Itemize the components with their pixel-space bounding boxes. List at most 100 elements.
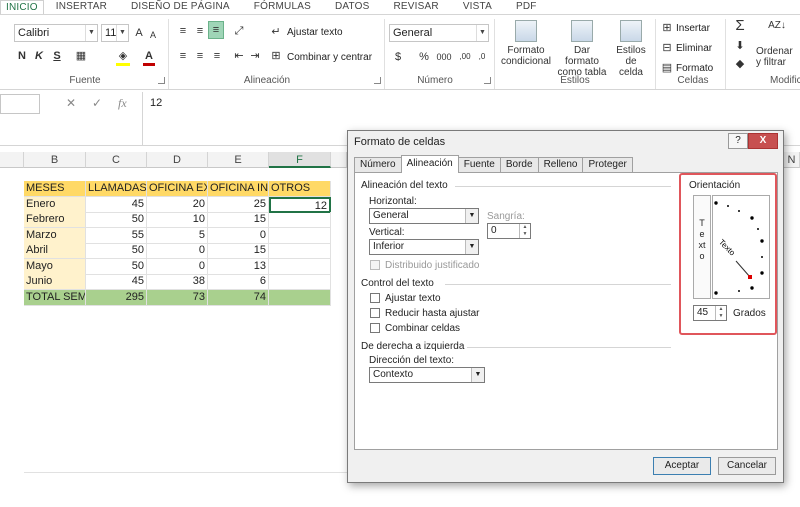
tab-revisar[interactable]: REVISAR [382, 0, 451, 14]
grid-cell[interactable]: 0 [208, 227, 269, 244]
grid-cell[interactable]: 5 [147, 227, 208, 244]
borders-icon[interactable]: ▦ [74, 48, 88, 64]
tab-numero[interactable]: Número [354, 157, 402, 173]
grid-cell[interactable]: 10 [147, 212, 208, 228]
grow-font-icon[interactable]: A [132, 25, 146, 41]
delete-button[interactable]: Eliminar [676, 43, 712, 54]
grid-cell[interactable]: MESES [24, 181, 86, 197]
cancel-button[interactable]: Cancelar [718, 457, 776, 475]
grid-cell[interactable]: 50 [86, 243, 147, 259]
spin-down-icon[interactable]: ▼ [519, 231, 530, 238]
column-header-c[interactable]: C [86, 152, 147, 168]
align-right-icon[interactable]: ≡ [210, 48, 224, 64]
vertical-text-button[interactable]: Texto [693, 195, 711, 299]
grid-cell[interactable] [269, 274, 331, 290]
tab-fuente[interactable]: Fuente [457, 157, 501, 173]
column-header-d[interactable]: D [147, 152, 208, 168]
direction-select[interactable]: Contexto ▼ [369, 367, 485, 383]
corner-cell[interactable] [0, 152, 24, 168]
grid-cell[interactable]: Junio [24, 274, 86, 290]
indent-spinner[interactable]: 0 ▲ ▼ [487, 223, 531, 239]
number-format-select[interactable]: General ▼ [389, 24, 489, 42]
grid-cell[interactable]: 295 [86, 289, 147, 306]
increase-decimals-button[interactable]: ,00 [456, 49, 474, 65]
table-format-button[interactable]: Dar formato como tabla [556, 20, 608, 78]
grid-cell[interactable]: OFICINA EXT [147, 181, 208, 197]
grid-cell[interactable]: 0 [147, 243, 208, 259]
insert-button[interactable]: Insertar [676, 23, 710, 34]
grid-cell[interactable]: Mayo [24, 258, 86, 275]
cancel-icon[interactable]: ✕ [66, 96, 76, 110]
number-launcher-icon[interactable] [484, 77, 491, 84]
tab-inicio[interactable]: INICIO [0, 0, 44, 14]
format-button[interactable]: Formato [676, 63, 713, 74]
tab-diseno[interactable]: DISEÑO DE PÁGINA [119, 0, 242, 14]
shrink-font-icon[interactable]: A [147, 27, 159, 43]
grid-cell[interactable]: 55 [86, 227, 147, 244]
insert-cells-icon[interactable]: ⊞ [660, 20, 674, 36]
spin-up-icon[interactable]: ▲ [519, 224, 530, 231]
grid-cell[interactable]: 38 [147, 274, 208, 290]
grid-cell[interactable] [269, 227, 331, 244]
increase-indent-icon[interactable]: ⇥ [248, 48, 262, 64]
thousands-button[interactable]: 000 [434, 49, 454, 65]
wrap-text-button[interactable]: Ajustar texto [287, 27, 343, 38]
grid-cell[interactable]: OFICINA INT [208, 181, 269, 197]
column-header-e[interactable]: E [208, 152, 269, 168]
spin-down-icon[interactable]: ▼ [715, 313, 726, 320]
horizontal-select[interactable]: General ▼ [369, 208, 479, 224]
grid-cell[interactable]: 25 [208, 196, 269, 213]
align-top-icon[interactable]: ≡ [176, 23, 190, 39]
fill-color-icon[interactable]: ◈ [116, 48, 130, 64]
tab-datos[interactable]: DATOS [323, 0, 382, 14]
grid-cell[interactable]: 15 [208, 243, 269, 259]
selected-cell[interactable]: 12 [269, 196, 331, 213]
grid-cell[interactable]: 6 [208, 274, 269, 290]
orientation-dial[interactable]: Texto [712, 195, 770, 299]
cell-styles-button[interactable]: Estilos de celda [610, 20, 652, 78]
bold-button[interactable]: N [16, 48, 28, 64]
grid-cell[interactable] [269, 258, 331, 275]
underline-button[interactable]: S [51, 48, 63, 64]
tab-relleno[interactable]: Relleno [537, 157, 584, 173]
grid-cell[interactable]: LLAMADAS [86, 181, 147, 197]
ok-button[interactable]: Aceptar [653, 457, 711, 475]
tab-insertar[interactable]: INSERTAR [44, 0, 119, 14]
help-button[interactable]: ? [728, 133, 748, 149]
grid-cell[interactable]: 45 [86, 274, 147, 290]
formula-input[interactable]: 12 [150, 97, 162, 109]
distributed-checkbox[interactable] [370, 260, 380, 270]
grid-cell[interactable]: 15 [208, 212, 269, 228]
tab-pdf[interactable]: PDF [504, 0, 549, 14]
autosum-icon[interactable]: Σ [732, 18, 748, 34]
grid-cell[interactable]: OTROS [269, 181, 331, 197]
grid-cell[interactable] [269, 212, 331, 228]
conditional-format-button[interactable]: Formato condicional [498, 20, 554, 67]
align-middle-icon[interactable]: ≡ [193, 23, 207, 39]
fill-icon[interactable]: ⬇ [732, 38, 748, 54]
vertical-select[interactable]: Inferior ▼ [369, 239, 479, 255]
currency-icon[interactable]: $ [390, 49, 406, 65]
grid-cell[interactable]: 45 [86, 196, 147, 213]
italic-button[interactable]: K [33, 48, 45, 64]
grid-cell[interactable] [269, 243, 331, 259]
decrease-indent-icon[interactable]: ⇤ [232, 48, 246, 64]
close-button[interactable]: X [748, 133, 778, 149]
column-header-g[interactable] [331, 152, 347, 168]
font-name-select[interactable]: Calibri ▼ [14, 24, 98, 42]
tab-vista[interactable]: VISTA [451, 0, 504, 14]
format-cells-icon[interactable]: ▤ [660, 60, 674, 76]
merge-center-button[interactable]: Combinar y centrar [287, 52, 372, 63]
grid-cell[interactable] [269, 289, 331, 306]
percent-button[interactable]: % [417, 49, 431, 65]
tab-proteger[interactable]: Proteger [582, 157, 633, 173]
font-size-select[interactable]: 11 ▼ [101, 24, 129, 42]
grid-cell[interactable]: TOTAL SEMESTRE [24, 289, 86, 306]
grid-cell[interactable]: Febrero [24, 212, 86, 228]
confirm-icon[interactable]: ✓ [92, 96, 102, 110]
tab-formulas[interactable]: FÓRMULAS [242, 0, 323, 14]
merge-cells-checkbox[interactable] [370, 323, 380, 333]
grid-cell[interactable]: Marzo [24, 227, 86, 244]
align-bottom-icon[interactable]: ≡ [208, 21, 224, 39]
alignment-launcher-icon[interactable] [374, 77, 381, 84]
